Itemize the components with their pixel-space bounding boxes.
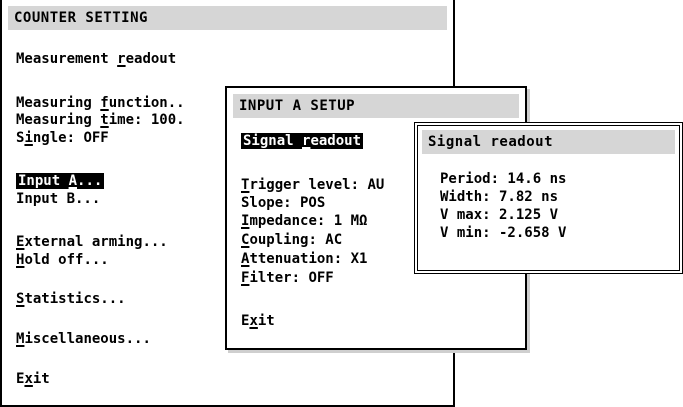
input-a-setup-title: INPUT A SETUP bbox=[233, 94, 519, 118]
menu-item-single[interactable]: Single: OFF bbox=[16, 129, 109, 148]
menu-item-filter[interactable]: Filter: OFF bbox=[241, 269, 334, 288]
menu-item-hold-off[interactable]: Hold off... bbox=[16, 251, 109, 270]
menu-item-setup-exit[interactable]: Exit bbox=[241, 312, 275, 331]
vmin-readout: V min: -2.658 V bbox=[440, 225, 567, 241]
menu-item-statistics[interactable]: Statistics... bbox=[16, 290, 126, 309]
menu-item-slope[interactable]: Slope: POS bbox=[241, 194, 325, 213]
menu-item-measuring-time[interactable]: Measuring time: 100. bbox=[16, 111, 185, 130]
menu-item-external-arming[interactable]: External arming... bbox=[16, 233, 168, 252]
signal-readout-title: Signal readout bbox=[422, 130, 675, 154]
menu-item-attenuation[interactable]: Attenuation: X1 bbox=[241, 250, 367, 269]
menu-item-trigger-level[interactable]: Trigger level: AU bbox=[241, 176, 384, 195]
menu-item-input-b[interactable]: Input B... bbox=[16, 190, 100, 209]
period-readout: Period: 14.6 ns bbox=[440, 171, 567, 187]
counter-setting-title: COUNTER SETTING bbox=[8, 6, 447, 30]
menu-item-input-a[interactable]: Input A... bbox=[16, 172, 105, 191]
menu-item-miscellaneous[interactable]: Miscellaneous... bbox=[16, 330, 151, 349]
menu-item-coupling[interactable]: Coupling: AC bbox=[241, 231, 342, 250]
width-readout: Width: 7.82 ns bbox=[440, 189, 559, 205]
menu-item-measurement-readout[interactable]: Measurement readout bbox=[16, 50, 176, 69]
menu-item-signal-readout[interactable]: Signal readout bbox=[241, 132, 364, 151]
menu-item-impedance[interactable]: Impedance: 1 MΩ bbox=[241, 212, 367, 231]
menu-item-exit[interactable]: Exit bbox=[16, 370, 50, 389]
signal-readout-window: Signal readout Period: 14.6 ns Width: 7.… bbox=[414, 122, 683, 274]
vmax-readout: V max: 2.125 V bbox=[440, 207, 559, 223]
